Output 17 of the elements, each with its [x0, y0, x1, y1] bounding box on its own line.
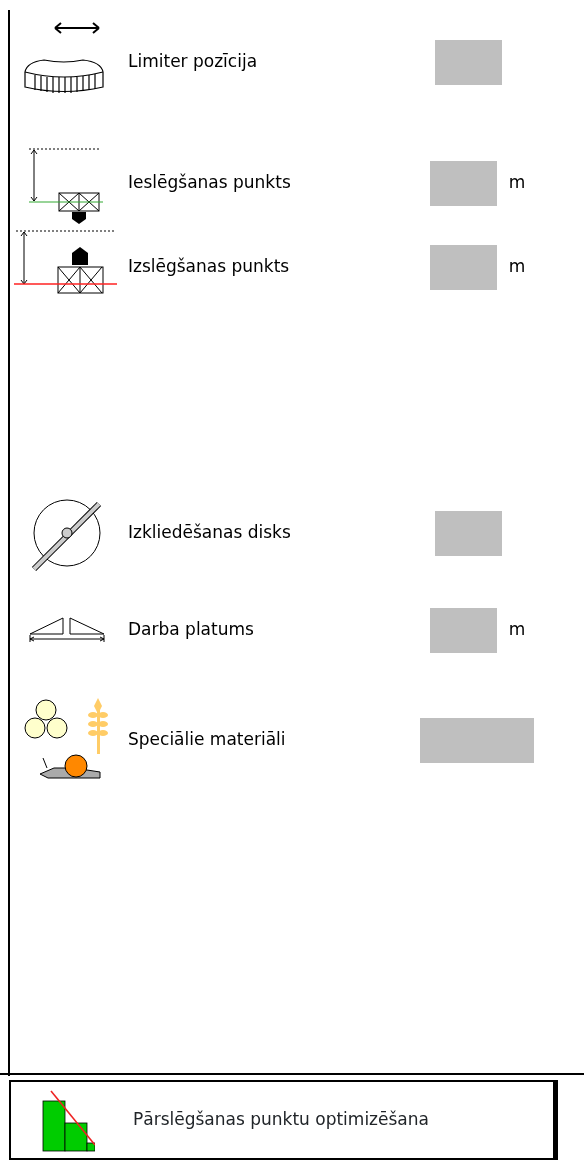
setting-label: Speciālie materiāli — [127, 728, 287, 752]
setting-label: Limiter pozīcija — [127, 50, 259, 74]
value-field[interactable] — [430, 160, 497, 206]
value-field[interactable] — [420, 717, 534, 763]
setting-label: Ieslēgšanas punkts — [127, 171, 292, 195]
unit-label: m — [507, 255, 527, 279]
setting-label: Izslēgšanas punkts — [127, 255, 291, 279]
value-field[interactable] — [430, 244, 497, 290]
value-field[interactable] — [430, 607, 497, 653]
unit-label: m — [507, 171, 527, 195]
unit-label: m — [507, 618, 527, 642]
value-field[interactable] — [435, 510, 502, 556]
setting-label: Izkliedēšanas disks — [127, 521, 292, 545]
optimization-button[interactable]: Pārslēgšanas punktu optimizēšana — [9, 1080, 558, 1160]
setting-label: Darba platums — [127, 618, 255, 642]
value-field[interactable] — [435, 39, 502, 85]
width-icon — [28, 616, 106, 644]
